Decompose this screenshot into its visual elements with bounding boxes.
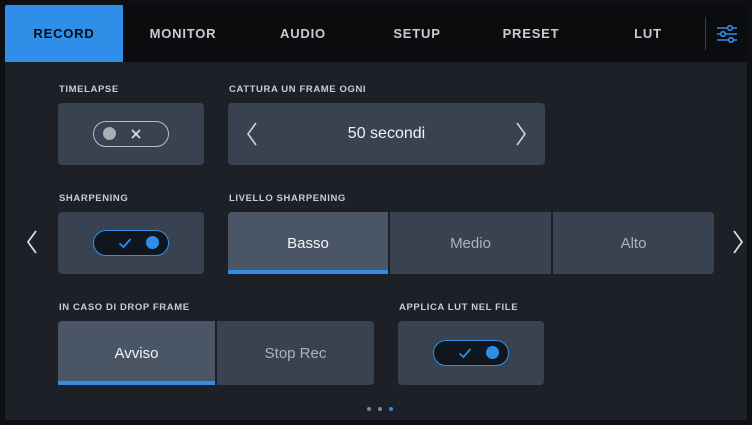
chevron-left-icon bbox=[247, 122, 257, 146]
option-label: Basso bbox=[287, 234, 329, 252]
option-label: Medio bbox=[450, 234, 491, 252]
selected-indicator bbox=[228, 270, 388, 274]
timelapse-panel[interactable] bbox=[58, 103, 204, 165]
check-icon bbox=[118, 231, 132, 254]
sliders-icon bbox=[717, 24, 737, 43]
chevron-right-icon bbox=[733, 230, 744, 254]
menu-button[interactable] bbox=[707, 5, 747, 62]
frame-interval-value: 50 secondi bbox=[347, 125, 426, 142]
page-dot[interactable] bbox=[367, 407, 371, 411]
timelapse-label: TIMELAPSE bbox=[59, 84, 119, 95]
sharpening-option-alto[interactable]: Alto bbox=[553, 212, 714, 274]
tab-lut[interactable]: LUT bbox=[591, 5, 705, 62]
decrement-button[interactable] bbox=[228, 103, 276, 165]
sharpening-toggle[interactable] bbox=[93, 230, 169, 256]
tab-bar: RECORD MONITOR AUDIO SETUP PRESET LUT bbox=[5, 5, 747, 62]
page-dot[interactable] bbox=[378, 407, 382, 411]
apply-lut-toggle[interactable] bbox=[433, 340, 509, 366]
sharpening-panel[interactable] bbox=[58, 212, 204, 274]
option-label: Alto bbox=[620, 234, 647, 252]
check-icon bbox=[458, 341, 472, 364]
next-page-button[interactable] bbox=[723, 212, 747, 272]
drop-frame-option-stop-rec[interactable]: Stop Rec bbox=[217, 321, 374, 385]
tab-divider bbox=[705, 17, 706, 50]
page-dot-active[interactable] bbox=[389, 407, 393, 411]
tab-setup[interactable]: SETUP bbox=[363, 5, 471, 62]
frame-interval-label: CATTURA UN FRAME OGNI bbox=[229, 84, 367, 95]
x-icon bbox=[130, 122, 142, 145]
tab-preset[interactable]: PRESET bbox=[471, 5, 591, 62]
tab-record[interactable]: RECORD bbox=[5, 5, 123, 62]
selected-indicator bbox=[58, 381, 215, 385]
timelapse-toggle[interactable] bbox=[93, 121, 169, 147]
apply-lut-label: APPLICA LUT NEL FILE bbox=[399, 302, 519, 313]
frame-interval-stepper: 50 secondi bbox=[228, 103, 545, 165]
sharpening-option-basso[interactable]: Basso bbox=[228, 212, 388, 274]
chevron-left-icon bbox=[26, 230, 37, 254]
increment-button[interactable] bbox=[497, 103, 545, 165]
sharpening-level-label: LIVELLO SHARPENING bbox=[229, 193, 346, 204]
apply-lut-panel[interactable] bbox=[398, 321, 544, 385]
drop-frame-label: IN CASO DI DROP FRAME bbox=[59, 302, 190, 313]
tab-monitor[interactable]: MONITOR bbox=[123, 5, 243, 62]
option-label: Stop Rec bbox=[264, 344, 327, 362]
option-label: Avviso bbox=[114, 344, 159, 362]
sharpening-option-medio[interactable]: Medio bbox=[390, 212, 551, 274]
toggle-knob bbox=[103, 127, 116, 140]
record-settings-screen: RECORD MONITOR AUDIO SETUP PRESET LUT TI… bbox=[5, 5, 747, 420]
drop-frame-option-avviso[interactable]: Avviso bbox=[58, 321, 215, 385]
page-indicator bbox=[367, 407, 393, 411]
tab-audio[interactable]: AUDIO bbox=[243, 5, 363, 62]
toggle-knob bbox=[146, 236, 159, 249]
toggle-knob bbox=[486, 346, 499, 359]
sharpening-label: SHARPENING bbox=[59, 193, 129, 204]
previous-page-button[interactable] bbox=[17, 212, 47, 272]
chevron-right-icon bbox=[516, 122, 526, 146]
